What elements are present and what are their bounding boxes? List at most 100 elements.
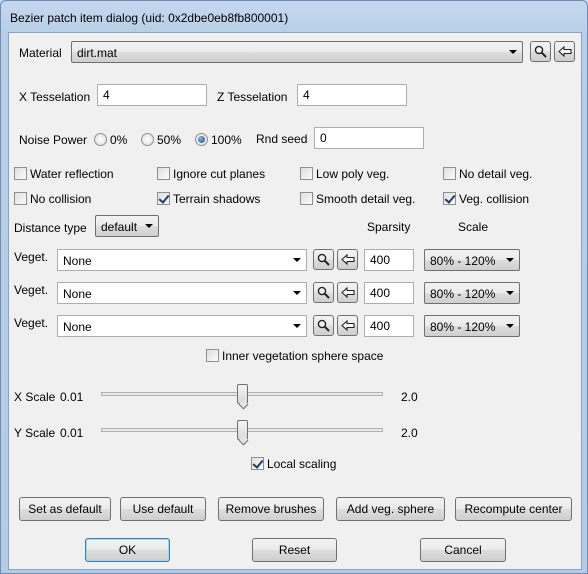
recompute-center-button[interactable]: Recompute center bbox=[455, 497, 572, 521]
inner-veg-sphere-checkbox[interactable] bbox=[206, 349, 219, 362]
veget-value: None bbox=[63, 254, 92, 268]
sparsity-input-2[interactable] bbox=[364, 282, 414, 304]
chevron-down-icon bbox=[509, 50, 517, 54]
magnifier-icon bbox=[317, 253, 330, 266]
z-tesselation-label: Z Tesselation bbox=[217, 90, 288, 104]
noise-power-label: Noise Power bbox=[19, 133, 88, 147]
water-reflection-label: Water reflection bbox=[30, 167, 114, 181]
veget-assign-button-2[interactable] bbox=[337, 282, 358, 303]
veget-label: Veget. bbox=[14, 283, 49, 297]
x-scale-min: 0.01 bbox=[60, 390, 84, 404]
y-scale-label: Y Scale bbox=[14, 426, 56, 440]
distance-type-select[interactable]: default bbox=[95, 215, 159, 237]
arrow-left-icon bbox=[341, 253, 355, 266]
local-scaling-label: Local scaling bbox=[267, 457, 337, 471]
dialog-window: Bezier patch item dialog (uid: 0x2dbe0eb… bbox=[0, 0, 588, 574]
dialog-body: Material dirt.mat X Tesselation Z Tessel… bbox=[8, 32, 582, 570]
veget-label: Veget. bbox=[14, 316, 49, 330]
terrain-shadows-label: Terrain shadows bbox=[173, 192, 261, 206]
veg-collision-label: Veg. collision bbox=[459, 192, 530, 206]
material-value: dirt.mat bbox=[77, 46, 118, 60]
title-bar[interactable]: Bezier patch item dialog (uid: 0x2dbe0eb… bbox=[1, 1, 587, 33]
arrow-left-icon bbox=[558, 45, 572, 58]
veget-browse-button-3[interactable] bbox=[313, 315, 334, 336]
no-collision-checkbox[interactable] bbox=[14, 192, 27, 205]
window-title: Bezier patch item dialog (uid: 0x2dbe0eb… bbox=[10, 11, 289, 25]
y-scale-min: 0.01 bbox=[60, 426, 84, 440]
scale-header: Scale bbox=[458, 220, 489, 234]
distance-type-value: default bbox=[101, 220, 138, 234]
chevron-down-icon bbox=[145, 224, 153, 228]
veget-assign-button-1[interactable] bbox=[337, 249, 358, 270]
scale-select-2[interactable]: 80% - 120% bbox=[424, 282, 520, 304]
noise-50-label: 50% bbox=[157, 133, 182, 147]
material-label: Material bbox=[19, 46, 62, 60]
x-scale-max: 2.0 bbox=[401, 390, 418, 404]
noise-0-label: 0% bbox=[110, 133, 128, 147]
chevron-down-icon bbox=[506, 324, 514, 328]
material-select[interactable]: dirt.mat bbox=[71, 41, 523, 63]
arrow-left-icon bbox=[341, 286, 355, 299]
x-scale-thumb[interactable] bbox=[236, 384, 248, 404]
y-scale-max: 2.0 bbox=[401, 426, 418, 440]
local-scaling-checkbox[interactable] bbox=[251, 457, 264, 470]
noise-100-radio[interactable] bbox=[195, 133, 208, 146]
scale-select-1[interactable]: 80% - 120% bbox=[424, 249, 520, 271]
veget-browse-button-1[interactable] bbox=[313, 249, 334, 270]
no-detail-veg-checkbox[interactable] bbox=[443, 167, 456, 180]
material-assign-button[interactable] bbox=[554, 41, 575, 62]
chevron-down-icon bbox=[293, 258, 301, 262]
x-scale-label: X Scale bbox=[14, 390, 56, 404]
noise-0-radio[interactable] bbox=[94, 133, 107, 146]
x-tesselation-input[interactable] bbox=[97, 84, 207, 106]
low-poly-veg-checkbox[interactable] bbox=[300, 167, 313, 180]
rnd-seed-label: Rnd seed bbox=[256, 132, 308, 146]
y-scale-thumb[interactable] bbox=[236, 420, 248, 440]
veget-select-1[interactable]: None bbox=[57, 249, 307, 271]
magnifier-icon bbox=[534, 45, 547, 58]
remove-brushes-button[interactable]: Remove brushes bbox=[218, 497, 324, 521]
low-poly-veg-label: Low poly veg. bbox=[316, 167, 390, 181]
rnd-seed-input[interactable] bbox=[314, 127, 424, 149]
z-tesselation-input[interactable] bbox=[297, 84, 407, 106]
noise-100-label: 100% bbox=[211, 133, 242, 147]
cancel-button[interactable]: Cancel bbox=[420, 538, 506, 562]
chevron-down-icon bbox=[506, 258, 514, 262]
veget-value: None bbox=[63, 320, 92, 334]
smooth-detail-veg-label: Smooth detail veg. bbox=[316, 192, 416, 206]
scale-value: 80% - 120% bbox=[430, 320, 496, 334]
no-collision-label: No collision bbox=[30, 192, 92, 206]
reset-button[interactable]: Reset bbox=[252, 538, 337, 562]
arrow-left-icon bbox=[341, 319, 355, 332]
chevron-down-icon bbox=[293, 291, 301, 295]
veget-assign-button-3[interactable] bbox=[337, 315, 358, 336]
scale-value: 80% - 120% bbox=[430, 254, 496, 268]
veget-select-3[interactable]: None bbox=[57, 315, 307, 337]
smooth-detail-veg-checkbox[interactable] bbox=[300, 192, 313, 205]
veget-browse-button-2[interactable] bbox=[313, 282, 334, 303]
veget-select-2[interactable]: None bbox=[57, 282, 307, 304]
distance-type-label: Distance type bbox=[14, 221, 87, 235]
ignore-cut-planes-checkbox[interactable] bbox=[157, 167, 170, 180]
sparsity-input-3[interactable] bbox=[364, 315, 414, 337]
magnifier-icon bbox=[317, 319, 330, 332]
terrain-shadows-checkbox[interactable] bbox=[157, 192, 170, 205]
material-browse-button[interactable] bbox=[530, 41, 551, 62]
veg-collision-checkbox[interactable] bbox=[443, 192, 456, 205]
set-as-default-button[interactable]: Set as default bbox=[19, 497, 111, 521]
ok-button[interactable]: OK bbox=[85, 538, 170, 562]
add-veg-sphere-button[interactable]: Add veg. sphere bbox=[336, 497, 445, 521]
ignore-cut-planes-label: Ignore cut planes bbox=[173, 167, 266, 181]
use-default-button[interactable]: Use default bbox=[120, 497, 206, 521]
sparsity-header: Sparsity bbox=[367, 220, 411, 234]
veget-label: Veget. bbox=[14, 250, 49, 264]
no-detail-veg-label: No detail veg. bbox=[459, 167, 533, 181]
veget-value: None bbox=[63, 287, 92, 301]
noise-50-radio[interactable] bbox=[141, 133, 154, 146]
scale-select-3[interactable]: 80% - 120% bbox=[424, 315, 520, 337]
sparsity-input-1[interactable] bbox=[364, 249, 414, 271]
magnifier-icon bbox=[317, 286, 330, 299]
water-reflection-checkbox[interactable] bbox=[14, 167, 27, 180]
chevron-down-icon bbox=[293, 324, 301, 328]
scale-value: 80% - 120% bbox=[430, 287, 496, 301]
